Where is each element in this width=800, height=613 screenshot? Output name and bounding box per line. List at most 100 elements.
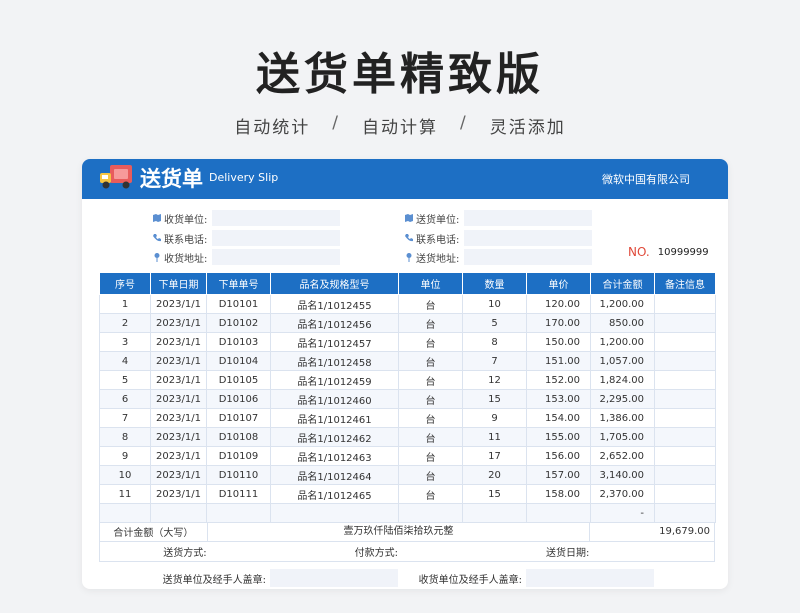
receiver-addr-label: 收货地址:	[164, 253, 208, 265]
table-cell: 9	[99, 446, 151, 466]
table-cell: D10110	[206, 465, 271, 485]
phone-icon	[405, 234, 413, 242]
location-pin-icon	[154, 253, 160, 262]
table-cell: 3,140.00	[590, 465, 655, 485]
table-cell: 台	[398, 465, 463, 485]
table-cell: 6	[99, 389, 151, 409]
table-cell: D10102	[206, 313, 271, 333]
table-cell: D10109	[206, 446, 271, 466]
table-cell[interactable]	[654, 465, 716, 485]
table-cell[interactable]	[206, 503, 271, 523]
table-cell[interactable]: -	[590, 503, 655, 523]
receiver-unit-field[interactable]	[212, 210, 340, 226]
table-cell: 台	[398, 446, 463, 466]
table-cell[interactable]	[270, 503, 399, 523]
receiver-sign-field[interactable]	[526, 569, 654, 587]
column-header: 合计金额	[590, 272, 655, 295]
table-cell: 15	[462, 484, 527, 504]
sender-addr-field[interactable]	[464, 249, 592, 265]
table-cell: 9	[462, 408, 527, 428]
table-cell[interactable]	[654, 332, 716, 352]
slip-number-label: NO.	[628, 245, 650, 259]
feature-separator: /	[332, 113, 340, 133]
table-cell[interactable]	[654, 389, 716, 409]
table-cell[interactable]	[398, 503, 463, 523]
column-header: 下单单号	[206, 272, 271, 295]
table-cell: 158.00	[526, 484, 591, 504]
column-header: 备注信息	[654, 272, 716, 295]
receiver-phone-field[interactable]	[212, 230, 340, 246]
table-cell: 170.00	[526, 313, 591, 333]
total-value: 19,679.00	[589, 521, 714, 542]
table-cell: 2023/1/1	[150, 294, 207, 314]
table-cell: 2023/1/1	[150, 332, 207, 352]
table-cell: 152.00	[526, 370, 591, 390]
table-cell: 2023/1/1	[150, 370, 207, 390]
table-row: 3 2023/1/1 D10103 品名1/1012457 台 8 150.00 1,200.…	[99, 332, 716, 352]
table-cell: D10103	[206, 332, 271, 352]
receiver-sign-label: 收货单位及经手人盖章:	[418, 574, 522, 586]
table-cell: 1,057.00	[590, 351, 655, 371]
table-cell[interactable]	[654, 370, 716, 390]
table-cell: 8	[462, 332, 527, 352]
column-header: 单价	[526, 272, 591, 295]
table-cell[interactable]	[526, 503, 591, 523]
table-cell[interactable]	[654, 446, 716, 466]
feature-2: 自动计算	[362, 118, 438, 138]
slip-number-value: 10999999	[657, 246, 709, 258]
table-row: 7 2023/1/1 D10107 品名1/1012461 台 9 154.00 1,386.…	[99, 408, 716, 428]
truck-icon	[100, 165, 132, 189]
table-cell: 154.00	[526, 408, 591, 428]
sender-sign-field[interactable]	[270, 569, 398, 587]
table-cell: 品名1/1012464	[270, 465, 399, 485]
feature-separator: /	[460, 113, 468, 133]
table-cell[interactable]	[654, 408, 716, 428]
table-cell: 台	[398, 313, 463, 333]
table-cell: 1,824.00	[590, 370, 655, 390]
table-cell: 850.00	[590, 313, 655, 333]
hero-title: 送货单精致版	[256, 49, 544, 100]
delivery-method-label: 送货方式:	[163, 548, 207, 559]
table-cell[interactable]	[99, 503, 151, 523]
sender-phone-field[interactable]	[464, 230, 592, 246]
company-name: 微软中国有限公司	[602, 173, 690, 186]
table-cell[interactable]	[654, 313, 716, 333]
feature-1: 自动统计	[234, 118, 311, 138]
table-cell[interactable]	[462, 503, 527, 523]
items-table: 序号 下单日期 下单单号 品名及规格型号 单位 数量 单价 合计金额 备注信息 1 2023/1/…	[99, 272, 716, 523]
table-cell: 2023/1/1	[150, 427, 207, 447]
table-cell: 120.00	[526, 294, 591, 314]
table-cell: 5	[99, 370, 151, 390]
table-cell: 157.00	[526, 465, 591, 485]
table-cell[interactable]	[654, 427, 716, 447]
table-cell: 2,370.00	[590, 484, 655, 504]
slip-title: 送货单	[140, 167, 203, 191]
payment-method-label: 付款方式:	[354, 548, 399, 559]
table-cell: 15	[462, 389, 527, 409]
sender-unit-row: 送货单位:	[404, 210, 592, 226]
table-cell[interactable]	[654, 503, 716, 523]
sender-unit-field[interactable]	[464, 210, 592, 226]
table-cell[interactable]	[654, 294, 716, 314]
table-cell: 品名1/1012463	[270, 446, 399, 466]
map-icon	[405, 214, 413, 222]
signature-row: 送货单位及经手人盖章: 收货单位及经手人盖章:	[99, 568, 715, 588]
table-row: 5 2023/1/1 D10105 品名1/1012459 台 12 152.00 1,824…	[99, 370, 716, 390]
receiver-addr-field[interactable]	[212, 249, 340, 265]
table-cell: 7	[99, 408, 151, 428]
table-cell: 1	[99, 294, 151, 314]
table-cell: 品名1/1012458	[270, 351, 399, 371]
column-header: 数量	[462, 272, 527, 295]
table-cell: 台	[398, 351, 463, 371]
table-cell: 8	[99, 427, 151, 447]
total-row: 合计金额（大写） 壹万玖仟陆佰柒拾玖元整 19,679.00	[99, 521, 715, 542]
table-cell: 1,200.00	[590, 332, 655, 352]
table-cell: 品名1/1012455	[270, 294, 399, 314]
table-cell[interactable]	[150, 503, 207, 523]
table-cell[interactable]	[654, 484, 716, 504]
receiver-unit-label: 收货单位:	[164, 214, 208, 226]
table-cell: 台	[398, 484, 463, 504]
table-cell: D10106	[206, 389, 271, 409]
table-cell[interactable]	[654, 351, 716, 371]
phone-icon	[153, 234, 161, 242]
